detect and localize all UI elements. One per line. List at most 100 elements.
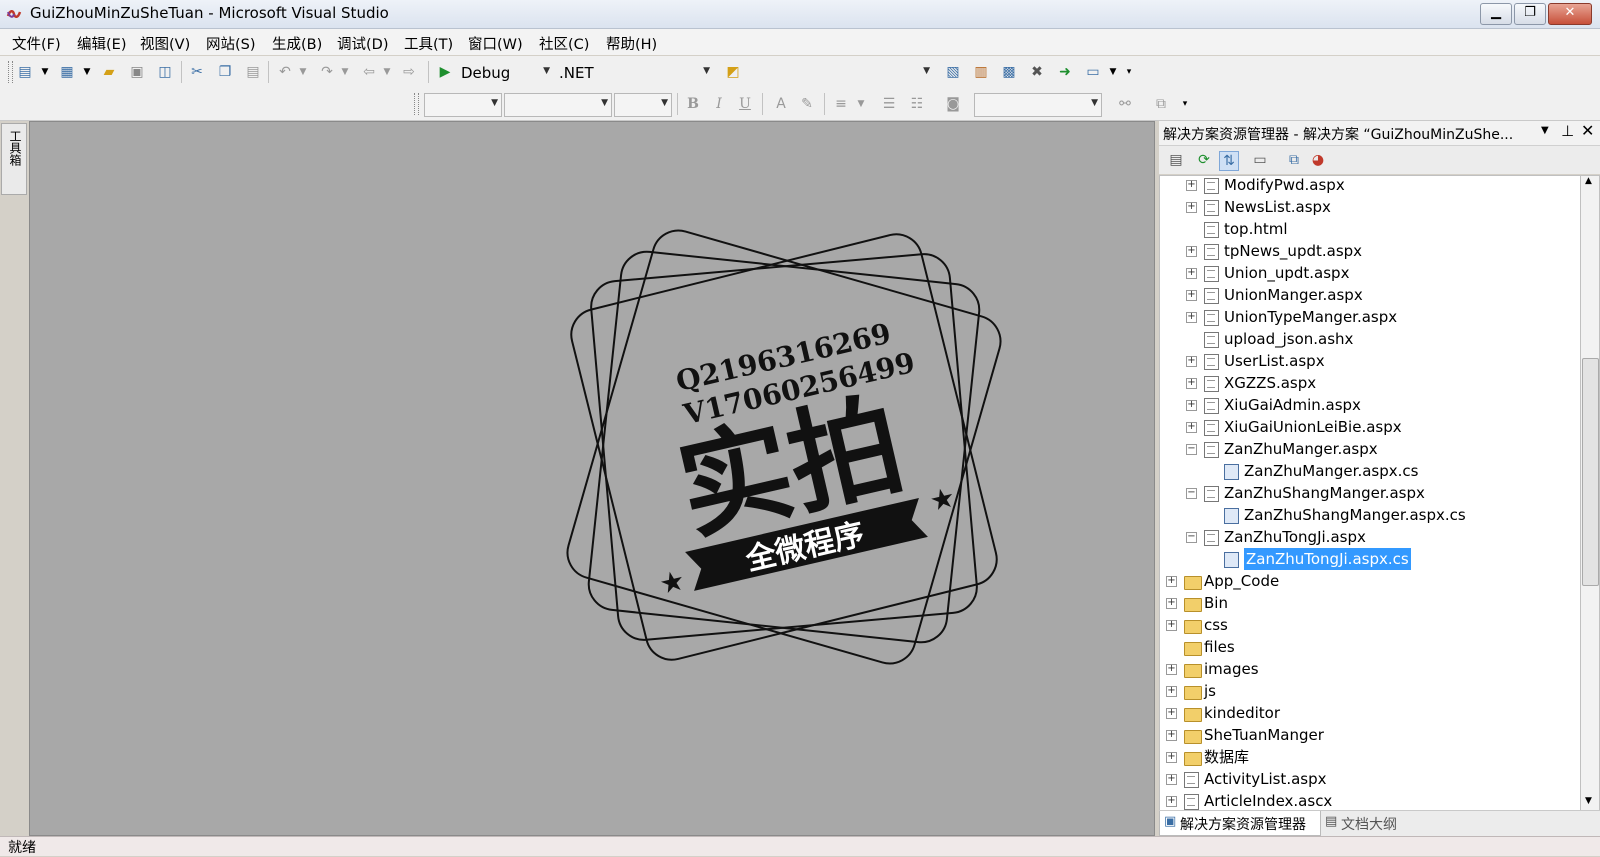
tree-item[interactable]: + kindeditor: [1160, 702, 1580, 724]
tree-item[interactable]: + UnionTypeManger.aspx: [1160, 306, 1580, 328]
save-all-icon[interactable]: ◫: [156, 63, 174, 81]
chevron-down-icon[interactable]: ▼: [78, 63, 96, 81]
style-dropdown[interactable]: ▼: [424, 93, 502, 117]
chevron-down-icon[interactable]: ▼: [294, 63, 312, 81]
tree-item[interactable]: + 数据库: [1160, 746, 1580, 768]
properties-icon[interactable]: ▤: [1167, 151, 1185, 169]
solution-configuration-dropdown[interactable]: Debug ▼: [456, 61, 554, 85]
expand-icon[interactable]: +: [1166, 730, 1177, 741]
expand-icon[interactable]: +: [1166, 774, 1177, 785]
toolbox-icon[interactable]: ✖: [1028, 63, 1046, 81]
auto-hide-pin-icon[interactable]: ⊥: [1561, 122, 1574, 140]
menu-build[interactable]: 生成(B): [272, 33, 322, 54]
expand-icon[interactable]: +: [1186, 268, 1197, 279]
tab-document-outline[interactable]: ▤ 文档大纲: [1323, 811, 1413, 835]
close-icon[interactable]: ✕: [1581, 121, 1594, 140]
collapse-icon[interactable]: −: [1186, 532, 1197, 543]
copy-icon[interactable]: ❐: [216, 63, 234, 81]
tree-item[interactable]: files: [1160, 636, 1580, 658]
expand-icon[interactable]: +: [1186, 290, 1197, 301]
tree-item[interactable]: + ArticleIndex.ascx: [1160, 790, 1580, 810]
find-in-files-icon[interactable]: ◩: [724, 63, 742, 81]
toolbox-tab[interactable]: 工具箱: [1, 123, 27, 195]
menu-help[interactable]: 帮助(H): [606, 33, 657, 54]
toolbar-grip[interactable]: [414, 93, 419, 115]
navigate-backward-icon[interactable]: ⇦: [360, 63, 378, 81]
tree-item[interactable]: + images: [1160, 658, 1580, 680]
start-debugging-icon[interactable]: ▶: [436, 63, 454, 81]
expand-icon[interactable]: +: [1186, 312, 1197, 323]
menu-view[interactable]: 视图(V): [140, 33, 190, 54]
asp-net-configuration-icon[interactable]: ◕: [1309, 151, 1327, 169]
expand-icon[interactable]: +: [1186, 378, 1197, 389]
tree-item[interactable]: + Bin: [1160, 592, 1580, 614]
expand-icon[interactable]: +: [1186, 202, 1197, 213]
expand-icon[interactable]: +: [1166, 598, 1177, 609]
refresh-icon[interactable]: ⟳: [1195, 151, 1213, 169]
tree-item[interactable]: + XiuGaiUnionLeiBie.aspx: [1160, 416, 1580, 438]
tree-item[interactable]: ZanZhuManger.aspx.cs: [1160, 460, 1580, 482]
tree-item[interactable]: + XiuGaiAdmin.aspx: [1160, 394, 1580, 416]
undo-icon[interactable]: ↶: [276, 63, 294, 81]
tree-item[interactable]: + XGZZS.aspx: [1160, 372, 1580, 394]
underline-button[interactable]: U: [736, 95, 754, 113]
scrollbar-thumb[interactable]: [1582, 358, 1599, 586]
hyperlink-icon[interactable]: ⚯: [1116, 95, 1134, 113]
nest-related-files-icon[interactable]: ⇅: [1219, 151, 1239, 171]
tree-item[interactable]: + js: [1160, 680, 1580, 702]
menu-edit[interactable]: 编辑(E): [77, 33, 126, 54]
italic-button[interactable]: I: [710, 95, 728, 113]
expand-icon[interactable]: +: [1186, 356, 1197, 367]
chevron-down-icon[interactable]: ▼: [36, 63, 54, 81]
solution-platform-dropdown[interactable]: .NET ▼: [554, 61, 714, 85]
tree-item[interactable]: + NewsList.aspx: [1160, 196, 1580, 218]
scroll-down-arrow-icon[interactable]: ▼: [1585, 796, 1592, 806]
copy-website-icon[interactable]: ⧉: [1285, 151, 1303, 169]
collapse-icon[interactable]: −: [1186, 488, 1197, 499]
navigate-forward-icon[interactable]: ⇨: [400, 63, 418, 81]
window-position-dropdown-icon[interactable]: ▼: [1541, 125, 1549, 136]
start-page-icon[interactable]: ➜: [1056, 63, 1074, 81]
chevron-down-icon[interactable]: ▼: [852, 95, 870, 113]
scroll-up-arrow-icon[interactable]: ▲: [1585, 176, 1592, 186]
tree-item[interactable]: + ActivityList.aspx: [1160, 768, 1580, 790]
tree-item[interactable]: + tpNews_updt.aspx: [1160, 240, 1580, 262]
expand-icon[interactable]: +: [1166, 686, 1177, 697]
align-icon[interactable]: ≡: [832, 95, 850, 113]
tree-item[interactable]: upload_json.ashx: [1160, 328, 1580, 350]
command-window-icon[interactable]: ▭: [1084, 63, 1102, 81]
tree-item[interactable]: ZanZhuShangManger.aspx.cs: [1160, 504, 1580, 526]
tree-item[interactable]: + Union_updt.aspx: [1160, 262, 1580, 284]
tree-item[interactable]: + UnionManger.aspx: [1160, 284, 1580, 306]
bulleted-list-icon[interactable]: ☰: [880, 95, 898, 113]
expand-icon[interactable]: +: [1166, 576, 1177, 587]
minimize-button[interactable]: ▁: [1480, 3, 1512, 25]
properties-window-icon[interactable]: ▥: [972, 63, 990, 81]
numbered-list-icon[interactable]: ☷: [908, 95, 926, 113]
view-code-icon[interactable]: ▭: [1251, 151, 1269, 169]
chevron-down-icon[interactable]: ▼: [378, 63, 396, 81]
redo-icon[interactable]: ↷: [318, 63, 336, 81]
chevron-down-icon[interactable]: ▼: [336, 63, 354, 81]
tree-item[interactable]: + SheTuanManger: [1160, 724, 1580, 746]
block-format-dropdown[interactable]: ▼: [974, 93, 1102, 117]
collapse-icon[interactable]: −: [1186, 444, 1197, 455]
position-icon[interactable]: ⧉: [1152, 95, 1170, 113]
tree-item[interactable]: − ZanZhuManger.aspx: [1160, 438, 1580, 460]
expand-icon[interactable]: +: [1166, 708, 1177, 719]
cut-icon[interactable]: ✂: [188, 63, 206, 81]
font-dropdown[interactable]: ▼: [504, 93, 612, 117]
tree-item[interactable]: + App_Code: [1160, 570, 1580, 592]
toolbar-overflow-icon[interactable]: ▾: [1120, 63, 1138, 81]
menu-tools[interactable]: 工具(T): [404, 33, 453, 54]
tree-item[interactable]: + ModifyPwd.aspx: [1160, 176, 1580, 196]
tree-item[interactable]: + UserList.aspx: [1160, 350, 1580, 372]
expand-icon[interactable]: +: [1166, 664, 1177, 675]
menu-website[interactable]: 网站(S): [206, 33, 256, 54]
font-size-dropdown[interactable]: ▼: [614, 93, 672, 117]
tree-scrollbar[interactable]: ▲ ▼: [1580, 175, 1600, 811]
find-dropdown[interactable]: ▼: [748, 61, 934, 85]
toolbar-grip[interactable]: [8, 61, 13, 83]
close-button[interactable]: ✕: [1548, 3, 1592, 25]
tree-item[interactable]: − ZanZhuShangManger.aspx: [1160, 482, 1580, 504]
